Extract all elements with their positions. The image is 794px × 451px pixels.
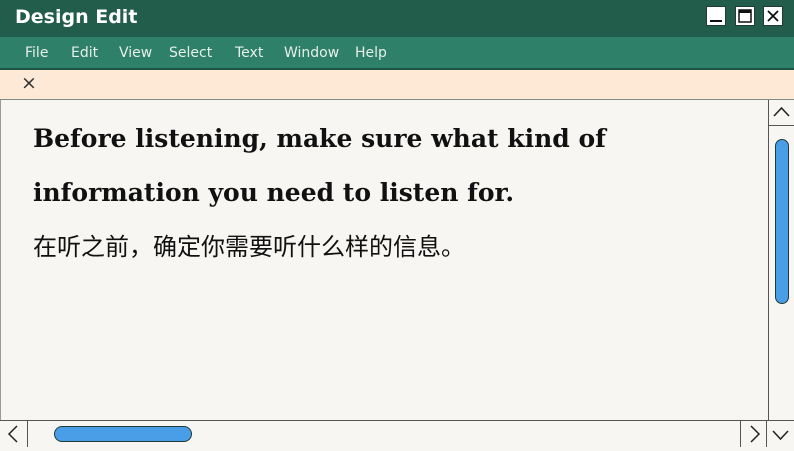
minimize-button[interactable] bbox=[706, 6, 726, 26]
maximize-icon bbox=[738, 9, 752, 23]
tab-bar: × bbox=[0, 70, 794, 100]
close-button[interactable] bbox=[763, 6, 783, 26]
maximize-button[interactable] bbox=[735, 6, 755, 26]
menu-view[interactable]: View bbox=[119, 45, 152, 61]
chevron-up-icon bbox=[773, 106, 790, 117]
menu-bar: File Edit View Select Text Window Help bbox=[0, 37, 794, 70]
chevron-down-icon bbox=[772, 430, 789, 441]
scroll-left-button[interactable] bbox=[0, 421, 28, 447]
close-icon bbox=[767, 10, 779, 22]
menu-text[interactable]: Text bbox=[235, 45, 263, 61]
chevron-left-icon bbox=[7, 425, 18, 443]
horizontal-scrollbar[interactable] bbox=[0, 420, 794, 447]
menu-edit[interactable]: Edit bbox=[71, 45, 98, 61]
english-paragraph: Before listening, make sure what kind of… bbox=[33, 124, 606, 207]
menu-file[interactable]: File bbox=[25, 45, 48, 61]
scroll-down-button[interactable] bbox=[767, 421, 794, 447]
tab-close-icon[interactable]: × bbox=[21, 72, 37, 94]
vertical-scrollbar[interactable] bbox=[768, 100, 794, 420]
vertical-scroll-thumb[interactable] bbox=[775, 139, 789, 304]
chinese-paragraph: 在听之前，确定你需要听什么样的信息。 bbox=[33, 233, 465, 261]
menu-window[interactable]: Window bbox=[284, 45, 339, 61]
minimize-icon bbox=[710, 20, 722, 22]
menu-select[interactable]: Select bbox=[169, 45, 212, 61]
horizontal-scroll-thumb[interactable] bbox=[54, 426, 192, 442]
scroll-up-button[interactable] bbox=[769, 100, 794, 126]
scroll-right-button[interactable] bbox=[740, 421, 767, 447]
menu-help[interactable]: Help bbox=[355, 45, 387, 61]
title-bar: Design Edit bbox=[0, 0, 794, 37]
window-title: Design Edit bbox=[15, 6, 138, 28]
chevron-right-icon bbox=[750, 425, 761, 443]
